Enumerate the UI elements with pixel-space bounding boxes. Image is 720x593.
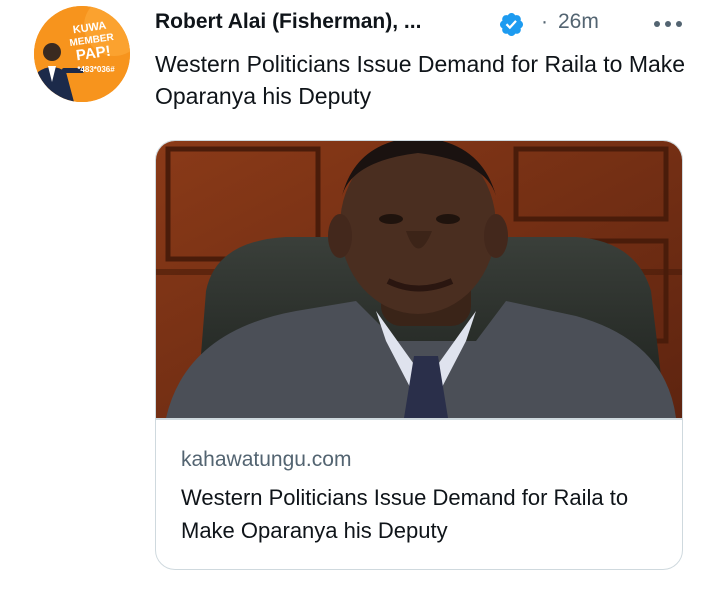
card-title[interactable]: Western Politicians Issue Demand for Rai… [181,481,661,547]
card-divider [156,418,682,420]
tweet-text: Western Politicians Issue Demand for Rai… [155,51,686,109]
avatar-image: KUWA MEMBER PAP! *483*036# [34,6,130,102]
card-image[interactable] [156,141,682,418]
more-options-icon[interactable] [651,12,685,36]
author-name[interactable]: Robert Alai (Fisherman), ... [155,8,485,36]
timestamp[interactable]: 26m [558,8,599,36]
verified-badge-icon [499,12,524,37]
avatar-code: *483*036# [77,65,115,74]
separator-dot: · [541,10,548,33]
tweet-header: Robert Alai (Fisherman), ... · 26m [155,8,695,38]
card-domain[interactable]: kahawatungu.com [181,447,351,473]
avatar[interactable]: KUWA MEMBER PAP! *483*036# [34,6,130,102]
card-photo [156,141,682,418]
link-card[interactable]: kahawatungu.com Western Politicians Issu… [155,140,683,570]
